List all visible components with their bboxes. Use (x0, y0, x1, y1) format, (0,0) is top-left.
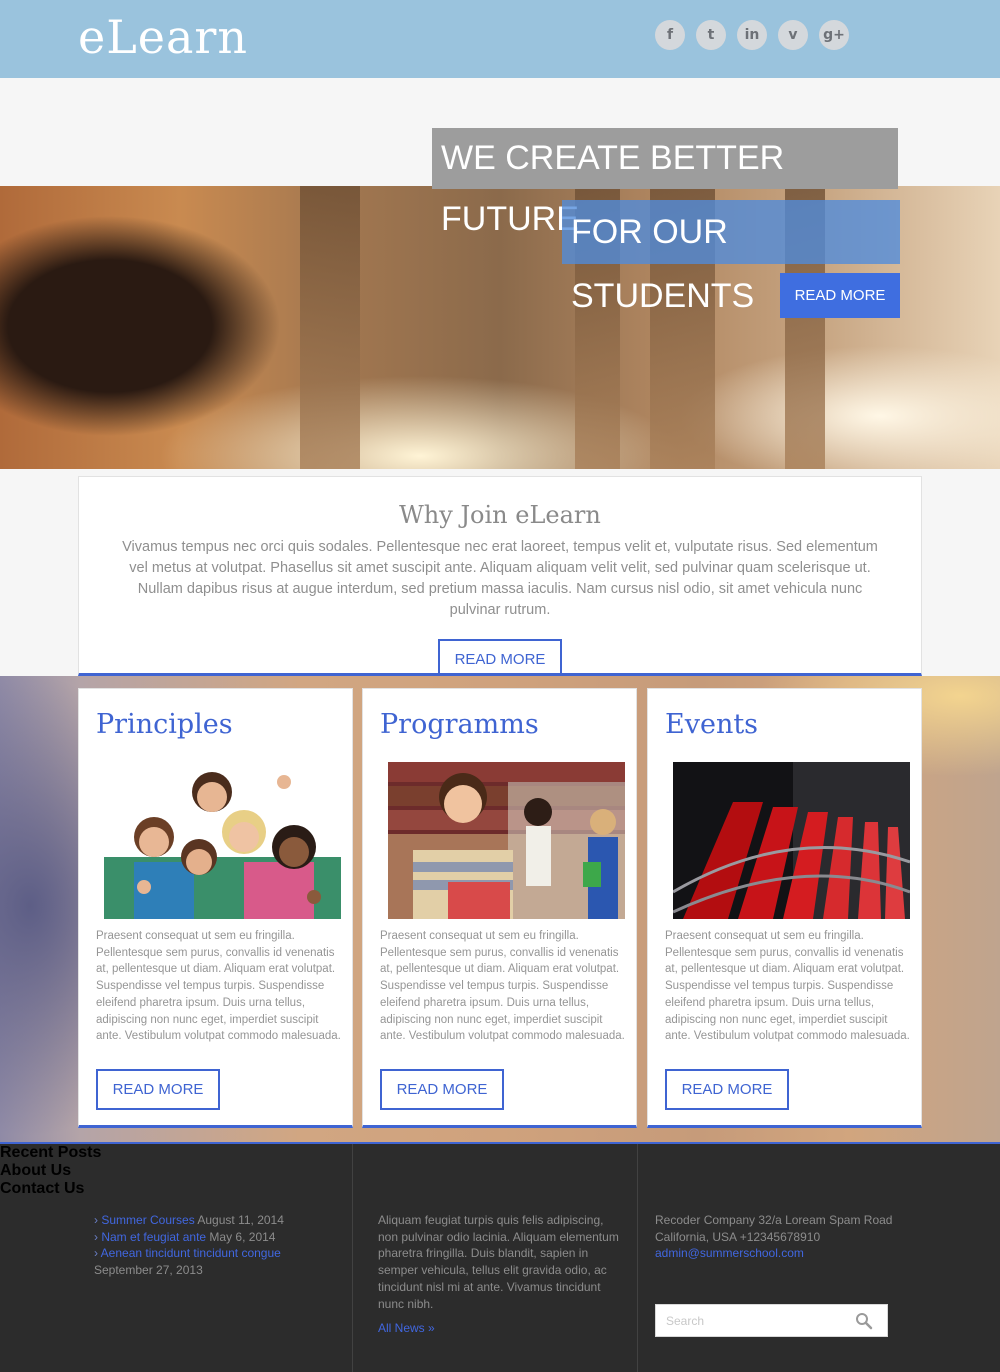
chevron-right-icon: › (94, 1213, 98, 1227)
recent-post-date: September 27, 2013 (94, 1263, 203, 1278)
card-events: Events Praesent consequat ut sem eu frin… (647, 688, 922, 1128)
contact-email-link[interactable]: admin@summerschool.com (655, 1245, 895, 1262)
list-item: › Nam et feugiat ante May 6, 2014 (94, 1229, 334, 1246)
linkedin-icon[interactable]: in (737, 20, 767, 50)
contact-address-line2: California, USA +12345678910 (655, 1229, 821, 1244)
vimeo-icon[interactable]: v (778, 20, 808, 50)
hero-headline-line2: FOR OUR STUDENTS (562, 200, 900, 315)
recent-post-link[interactable]: Summer Courses (101, 1213, 194, 1227)
facebook-icon[interactable]: f (655, 20, 685, 50)
student-library-image (388, 762, 625, 919)
social-links: f t in v g+ (655, 20, 849, 50)
recent-posts-list: › Summer Courses August 11, 2014 › Nam e… (94, 1212, 334, 1279)
list-item: › Aenean tincidunt tincidunt congue Sept… (94, 1245, 334, 1278)
card-read-more-button[interactable]: READ MORE (96, 1069, 220, 1110)
red-chairs-image (673, 762, 910, 919)
why-join-read-more-button[interactable]: READ MORE (438, 639, 562, 680)
about-us-title: About Us (0, 1162, 72, 1179)
contact-info: Recoder Company 32/a Loream Spam Road Ca… (655, 1212, 895, 1262)
chevron-right-icon: › (94, 1229, 98, 1244)
recent-post-link[interactable]: Aenean tincidunt tincidunt congue (101, 1246, 281, 1260)
recent-post-date: August 11, 2014 (197, 1213, 284, 1227)
card-title: Events (665, 709, 759, 740)
site-logo[interactable]: eLearn (78, 10, 248, 64)
search-icon[interactable] (855, 1312, 873, 1330)
chevron-right-icon: › (94, 1246, 98, 1261)
students-group-image (104, 762, 341, 919)
about-us-text: Aliquam feugiat turpis quis felis adipis… (378, 1213, 619, 1311)
all-news-link[interactable]: All News » (378, 1321, 435, 1335)
footer-search-box (655, 1304, 888, 1337)
why-join-title: Why Join eLearn (399, 501, 601, 529)
googleplus-icon[interactable]: g+ (819, 20, 849, 50)
card-title: Programms (380, 709, 539, 740)
contact-address-line1: Recoder Company 32/a Loream Spam Road (655, 1213, 893, 1227)
card-text: Praesent consequat ut sem eu fringilla. … (96, 930, 341, 1043)
card-text: Praesent consequat ut sem eu fringilla. … (380, 930, 625, 1043)
card-principles: Principles Praesent consequat ut sem eu … (78, 688, 353, 1128)
card-title: Principles (96, 709, 233, 740)
recent-post-link[interactable]: Nam et feugiat ante (101, 1230, 206, 1244)
list-item: › Summer Courses August 11, 2014 (94, 1212, 334, 1229)
hero-read-more-button[interactable]: READ MORE (780, 273, 900, 318)
search-input[interactable] (656, 1305, 851, 1336)
card-read-more-button[interactable]: READ MORE (665, 1069, 789, 1110)
contact-us-title: Contact Us (0, 1180, 85, 1197)
recent-posts-title: Recent Posts (0, 1144, 102, 1161)
card-programms: Programms Praesent consequat ut sem eu f… (362, 688, 637, 1128)
card-text: Praesent consequat ut sem eu fringilla. … (665, 930, 910, 1043)
site-header: eLearn f t in v g+ (0, 0, 1000, 78)
hero-headline-line1: WE CREATE BETTER FUTURE (432, 128, 898, 238)
card-read-more-button[interactable]: READ MORE (380, 1069, 504, 1110)
why-join-text: Vivamus tempus nec orci quis sodales. Pe… (122, 539, 878, 618)
site-footer: Recent Posts › Summer Courses August 11,… (0, 1142, 1000, 1372)
why-join-section: Why Join eLearn Vivamus tempus nec orci … (78, 476, 922, 680)
recent-post-date: May 6, 2014 (209, 1229, 276, 1244)
tumblr-icon[interactable]: t (696, 20, 726, 50)
